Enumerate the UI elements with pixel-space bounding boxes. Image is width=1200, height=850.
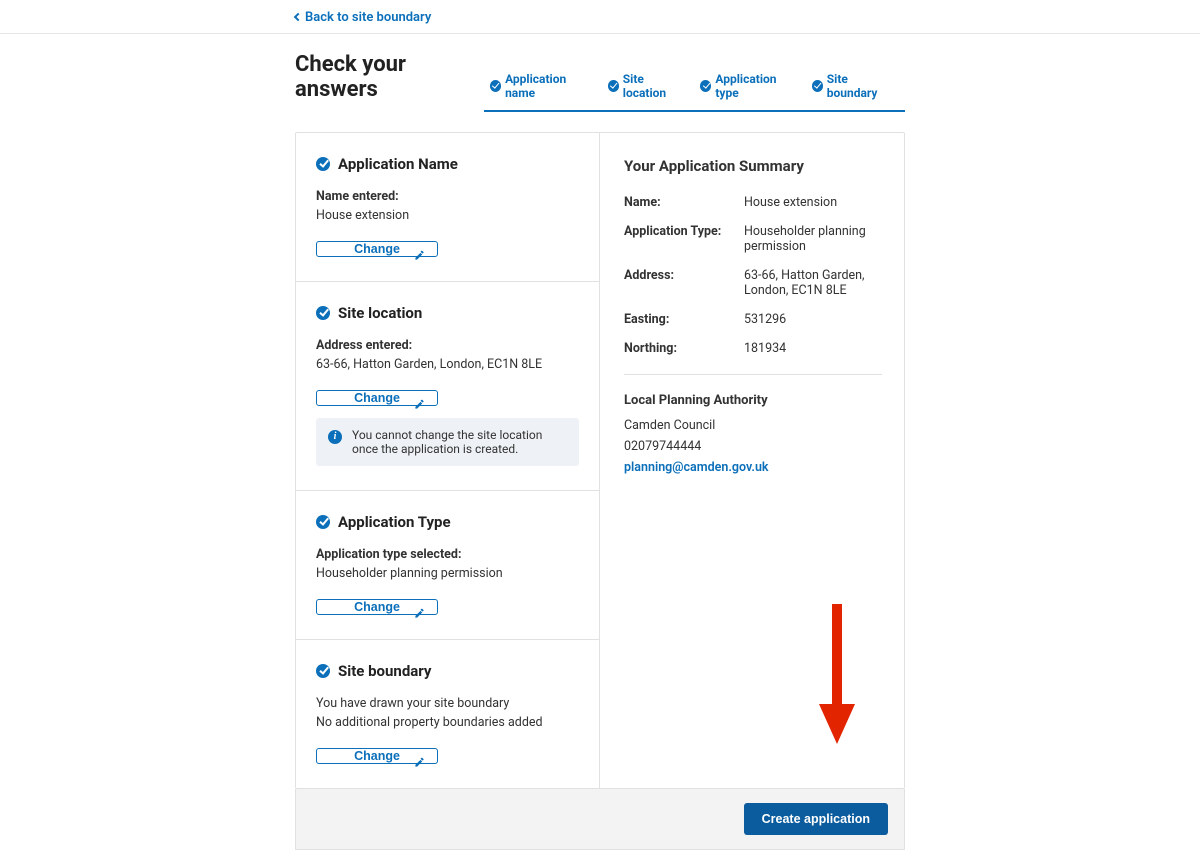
boundary-line-2: No additional property boundaries added: [316, 715, 579, 730]
summary-key: Address:: [624, 268, 744, 298]
right-column: Your Application Summary Name: House ext…: [600, 133, 904, 788]
change-boundary-button[interactable]: Change: [316, 748, 438, 764]
footer-bar: Create application: [295, 789, 905, 850]
edit-icon: [414, 399, 425, 410]
progress-tabs: Application name Site location Applicati…: [484, 72, 905, 112]
tab-site-location[interactable]: Site location: [608, 72, 687, 100]
change-name-button[interactable]: Change: [316, 241, 438, 257]
summary-value: 63-66, Hatton Garden, London, EC1N 8LE: [744, 268, 882, 298]
summary-value: 181934: [744, 341, 882, 356]
lpa-name: Camden Council: [624, 418, 882, 433]
check-icon: [316, 306, 330, 320]
divider: [624, 374, 882, 375]
lpa-email-link[interactable]: planning@camden.gov.uk: [624, 460, 882, 475]
left-column: Application Name Name entered: House ext…: [296, 133, 600, 788]
field-label: Name entered:: [316, 189, 579, 204]
section-title: Site boundary: [316, 662, 579, 680]
tab-application-type[interactable]: Application type: [700, 72, 797, 100]
tab-application-name[interactable]: Application name: [490, 72, 594, 100]
summary-row-type: Application Type: Householder planning p…: [624, 224, 882, 254]
section-application-name: Application Name Name entered: House ext…: [296, 133, 599, 282]
summary-value: Householder planning permission: [744, 224, 882, 254]
summary-row-northing: Northing: 181934: [624, 341, 882, 356]
summary-row-address: Address: 63-66, Hatton Garden, London, E…: [624, 268, 882, 298]
field-label: Application type selected:: [316, 547, 579, 562]
field-value: 63-66, Hatton Garden, London, EC1N 8LE: [316, 357, 579, 372]
lpa-phone: 02079744444: [624, 439, 882, 454]
field-value: Householder planning permission: [316, 566, 579, 581]
field-value: House extension: [316, 208, 579, 223]
lpa-title: Local Planning Authority: [624, 393, 882, 408]
section-title-text: Application Name: [338, 155, 458, 173]
summary-key: Easting:: [624, 312, 744, 327]
info-text: You cannot change the site location once…: [352, 428, 567, 456]
check-icon: [812, 80, 823, 92]
section-application-type: Application Type Application type select…: [296, 491, 599, 640]
check-icon: [316, 664, 330, 678]
section-title: Site location: [316, 304, 579, 322]
change-location-button[interactable]: Change: [316, 390, 438, 406]
summary-row-name: Name: House extension: [624, 195, 882, 210]
edit-icon: [414, 608, 425, 619]
summary-value: House extension: [744, 195, 882, 210]
boundary-line-1: You have drawn your site boundary: [316, 696, 579, 711]
tab-label: Application type: [715, 72, 797, 100]
section-title-text: Site boundary: [338, 662, 431, 680]
change-type-button[interactable]: Change: [316, 599, 438, 615]
chevron-left-icon: [294, 13, 302, 21]
tab-label: Site boundary: [827, 72, 897, 100]
section-title-text: Site location: [338, 304, 422, 322]
field-label: Address entered:: [316, 338, 579, 353]
check-icon: [608, 80, 619, 92]
summary-key: Application Type:: [624, 224, 744, 254]
summary-row-easting: Easting: 531296: [624, 312, 882, 327]
tab-label: Application name: [505, 72, 593, 100]
tab-site-boundary[interactable]: Site boundary: [812, 72, 897, 100]
check-icon: [700, 80, 711, 92]
section-title: Application Name: [316, 155, 579, 173]
back-link-label: Back to site boundary: [305, 10, 431, 25]
section-site-boundary: Site boundary You have drawn your site b…: [296, 640, 599, 788]
edit-icon: [414, 250, 425, 261]
answers-card: Application Name Name entered: House ext…: [295, 132, 905, 789]
info-box: i You cannot change the site location on…: [316, 418, 579, 466]
summary-title: Your Application Summary: [624, 157, 882, 175]
summary-value: 531296: [744, 312, 882, 327]
create-application-button[interactable]: Create application: [744, 803, 888, 835]
check-icon: [490, 80, 501, 92]
tab-label: Site location: [623, 72, 686, 100]
main-container: Check your answers Application name Site…: [295, 34, 905, 850]
back-bar: Back to site boundary: [0, 0, 1200, 34]
section-title: Application Type: [316, 513, 579, 531]
section-site-location: Site location Address entered: 63-66, Ha…: [296, 282, 599, 491]
summary-key: Northing:: [624, 341, 744, 356]
edit-icon: [414, 757, 425, 768]
info-icon: i: [328, 430, 342, 444]
section-title-text: Application Type: [338, 513, 451, 531]
back-link[interactable]: Back to site boundary: [295, 10, 431, 25]
check-icon: [316, 515, 330, 529]
summary-key: Name:: [624, 195, 744, 210]
page-title: Check your answers: [295, 52, 484, 102]
header-row: Check your answers Application name Site…: [295, 34, 905, 112]
check-icon: [316, 157, 330, 171]
